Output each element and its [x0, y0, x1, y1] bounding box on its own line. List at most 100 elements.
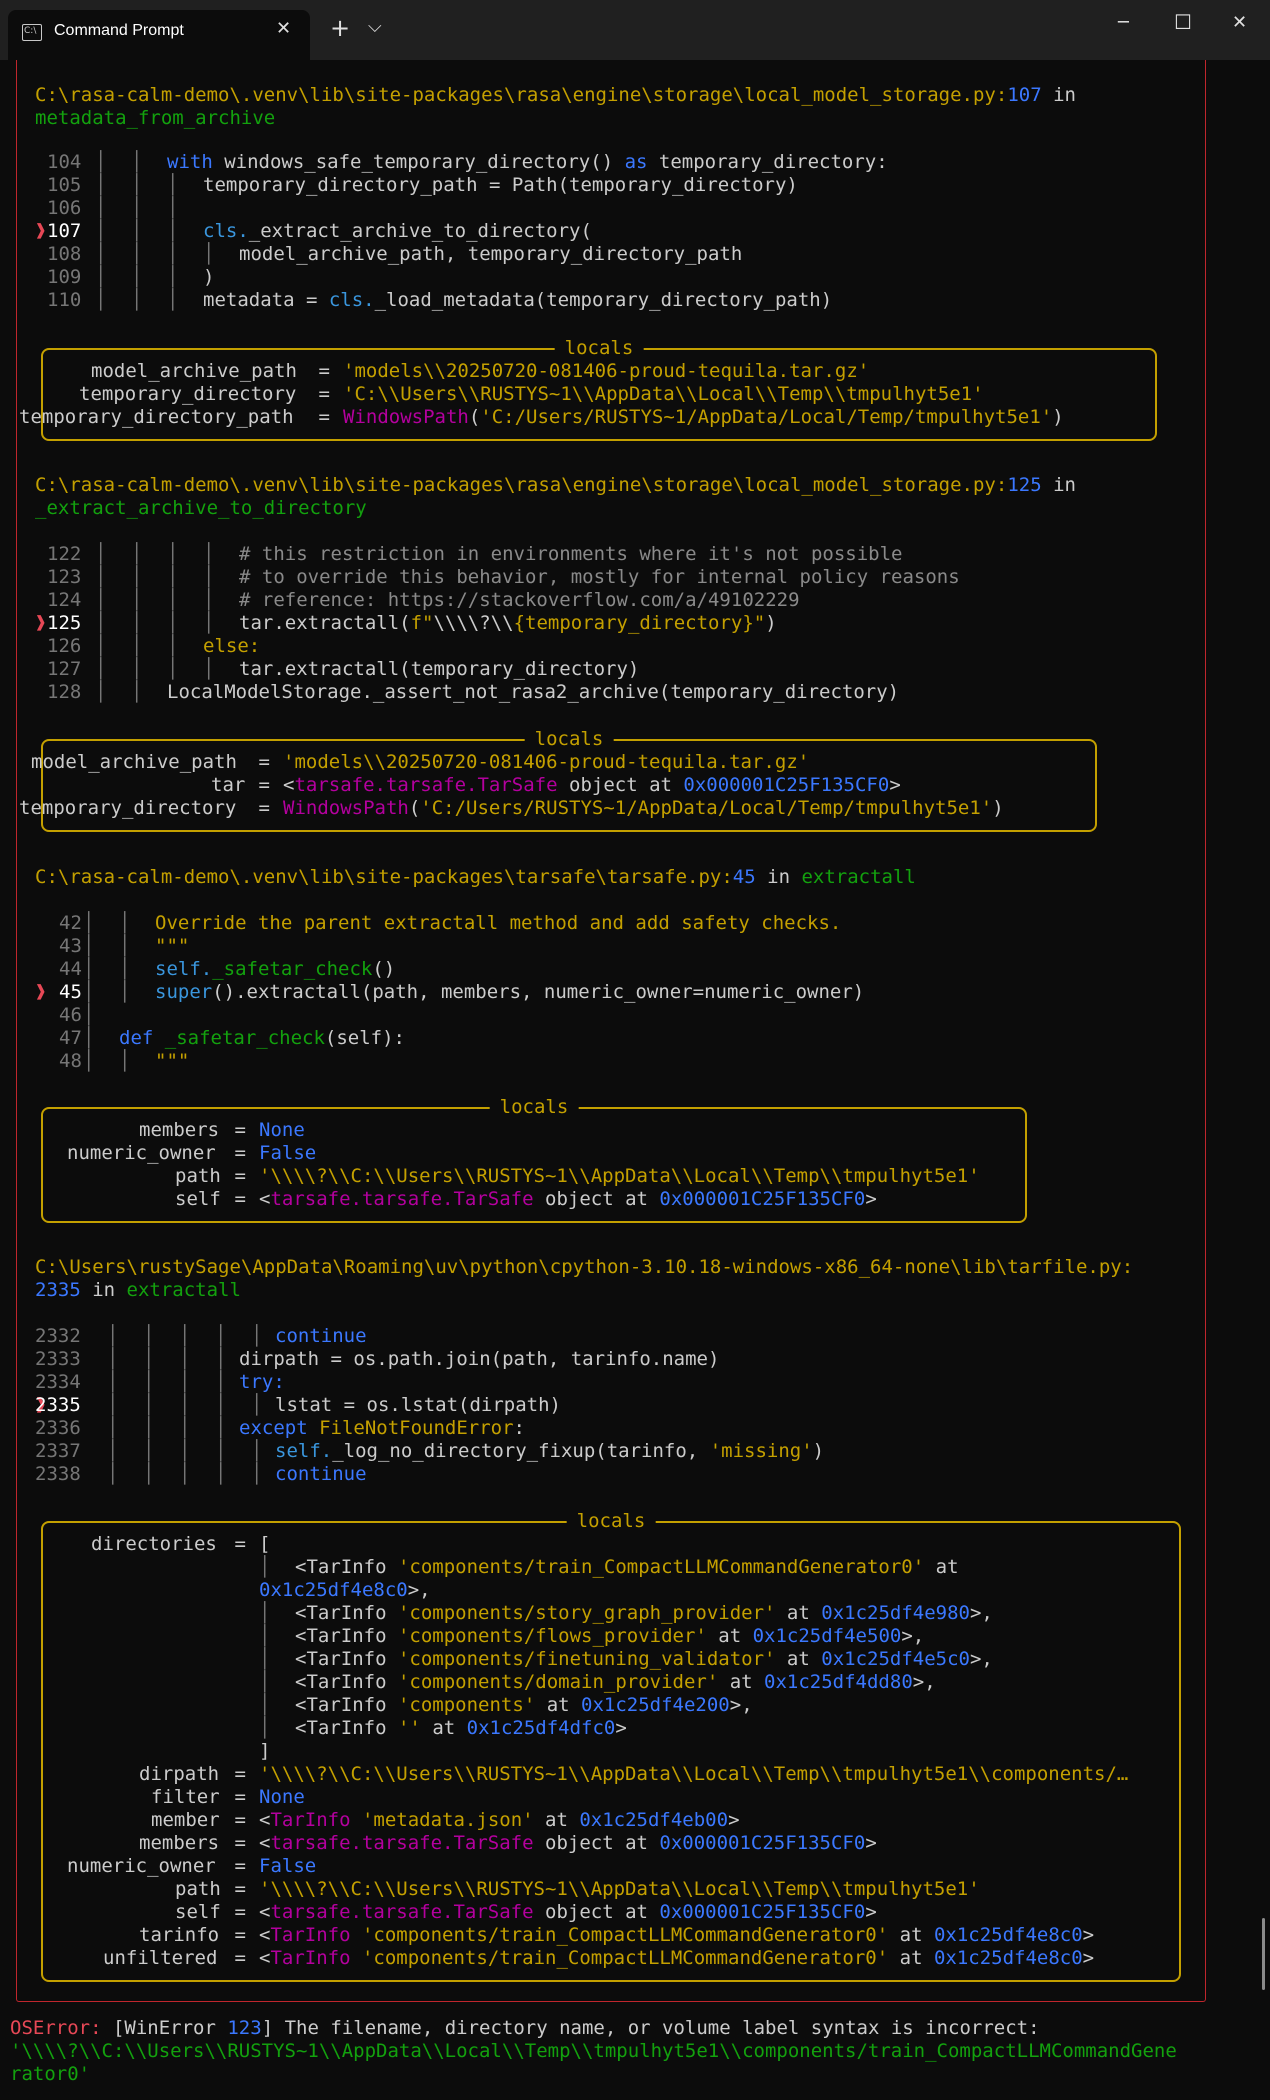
code-line-number: 106 [47, 197, 82, 219]
code-line-number: 128 [47, 681, 82, 703]
code-line-number: 2336 [35, 1417, 81, 1439]
function-name: _extract_archive_to_directory [35, 497, 367, 519]
locals-title: locals [554, 336, 644, 360]
title-bar: C:\ Command Prompt ✕ + ⌵ ─ ☐ ✕ [0, 0, 1270, 60]
code-line-number: 125 [47, 612, 82, 634]
local-name: tarinfo [139, 1924, 220, 1946]
local-name: members [139, 1119, 220, 1141]
function-name: extractall [126, 1279, 241, 1301]
local-value: False [259, 1855, 317, 1877]
current-line-arrow-icon: ❱ [35, 981, 47, 1003]
code-text: """ [155, 935, 190, 957]
code-text: with windows_safe_temporary_directory() … [167, 151, 888, 173]
code-text: metadata = cls._load_metadata(temporary_… [203, 289, 833, 311]
local-value: ] [259, 1740, 271, 1762]
local-name: path [175, 1878, 221, 1900]
local-value: <TarInfo 'components/story_graph_provide… [295, 1602, 993, 1624]
code-line-number: 2332 [35, 1325, 81, 1347]
tab-command-prompt[interactable]: C:\ Command Prompt ✕ [8, 10, 310, 60]
code-text: # this restriction in environments where… [239, 543, 903, 565]
line-number: 45 [732, 866, 756, 888]
local-value: WindowsPath('C:/Users/RUSTYS~1/AppData/L… [343, 406, 1064, 428]
code-text: """ [155, 1050, 190, 1072]
line-number: 107 [1007, 84, 1042, 106]
local-value: 'models\\20250720-081406-proud-tequila.t… [283, 751, 810, 773]
code-line-number: 46 [59, 1004, 82, 1026]
code-text: def _safetar_check(self): [119, 1027, 405, 1049]
local-name: temporary_directory [19, 797, 237, 819]
line-number: 2335 [35, 1279, 81, 1301]
local-value: None [259, 1119, 305, 1141]
code-line-number: 123 [47, 566, 82, 588]
local-name: tar [211, 774, 246, 796]
locals-title: locals [489, 1095, 579, 1119]
new-tab-button[interactable]: + [330, 14, 350, 42]
scrollbar[interactable] [1262, 1918, 1265, 1990]
code-line-number: 105 [47, 174, 82, 196]
code-line-number: 107 [47, 220, 82, 242]
source-path: C:\rasa-calm-demo\.venv\lib\site-package… [35, 866, 722, 888]
code-text: cls._extract_archive_to_directory( [203, 220, 592, 242]
close-window-button[interactable]: ✕ [1232, 12, 1247, 33]
function-name: extractall [801, 866, 916, 888]
local-name: numeric_owner [67, 1142, 216, 1164]
error-text: ] The filename, directory name, or volum… [261, 2017, 1040, 2039]
source-path: C:\rasa-calm-demo\.venv\lib\site-package… [35, 474, 996, 496]
local-value: <TarInfo 'components/train_CompactLLMCom… [259, 1947, 1095, 1969]
code-text: else: [203, 635, 261, 657]
local-value: <TarInfo 'components' at 0x1c25df4e200>, [295, 1694, 753, 1716]
local-value: <TarInfo 'components/train_CompactLLMCom… [295, 1556, 959, 1578]
local-name: self [175, 1188, 221, 1210]
local-value: <tarsafe.tarsafe.TarSafe object at 0x000… [259, 1832, 877, 1854]
code-line-number: 126 [47, 635, 82, 657]
current-line-arrow-icon: ❱ [35, 220, 47, 242]
local-value: <tarsafe.tarsafe.TarSafe object at 0x000… [259, 1901, 877, 1923]
code-line-number: 127 [47, 658, 82, 680]
local-name: member [151, 1809, 220, 1831]
tab-title: Command Prompt [54, 22, 184, 39]
code-line-number: 44 [59, 958, 82, 980]
code-text: self._log_no_directory_fixup(tarinfo, 'm… [275, 1440, 825, 1462]
code-text: except FileNotFoundError: [239, 1417, 525, 1439]
code-text: self._safetar_check() [155, 958, 396, 980]
code-text: # to override this behavior, mostly for … [239, 566, 960, 588]
tab-dropdown-button[interactable]: ⌵ [368, 16, 382, 37]
code-line-number: 110 [47, 289, 82, 311]
code-text: super().extractall(path, members, numeri… [155, 981, 865, 1003]
local-value: <tarsafe.tarsafe.TarSafe object at 0x000… [283, 774, 901, 796]
code-line-number: 2337 [35, 1440, 81, 1462]
local-value: <TarInfo 'components/train_CompactLLMCom… [259, 1924, 1095, 1946]
code-line-number: 47 [59, 1027, 82, 1049]
code-line-number: 43 [59, 935, 82, 957]
error-path: rator0' [10, 2063, 91, 2085]
current-line-arrow-icon: ❱ [35, 612, 47, 634]
error-path: '\\\\?\\C:\\Users\\RUSTYS~1\\AppData\\Lo… [10, 2040, 1177, 2062]
code-text: temporary_directory_path = Path(temporar… [203, 174, 798, 196]
local-name: filter [151, 1786, 220, 1808]
source-path: C:\rasa-calm-demo\.venv\lib\site-package… [35, 84, 996, 106]
local-value: False [259, 1142, 317, 1164]
command-prompt-icon: C:\ [22, 24, 42, 41]
local-name: temporary_directory_path [19, 406, 294, 428]
local-name: temporary_directory [79, 383, 297, 405]
code-line-number: 104 [47, 151, 82, 173]
code-line-number: 122 [47, 543, 82, 565]
local-value: <tarsafe.tarsafe.TarSafe object at 0x000… [259, 1188, 877, 1210]
code-text: continue [275, 1463, 367, 1485]
function-name: metadata_from_archive [35, 107, 276, 129]
local-value: '\\\\?\\C:\\Users\\RUSTYS~1\\AppData\\Lo… [259, 1878, 980, 1900]
code-line-number: 2334 [35, 1371, 81, 1393]
maximize-button[interactable]: ☐ [1174, 10, 1192, 34]
code-text: tar.extractall(temporary_directory) [239, 658, 640, 680]
code-text: continue [275, 1325, 367, 1347]
code-text: lstat = os.lstat(dirpath) [275, 1394, 561, 1416]
local-name: self [175, 1901, 221, 1923]
local-name: members [139, 1832, 220, 1854]
code-line-number: 2338 [35, 1463, 81, 1485]
local-value: 'models\\20250720-081406-proud-tequila.t… [343, 360, 870, 382]
minimize-button[interactable]: ─ [1118, 12, 1129, 33]
tab-close-icon[interactable]: ✕ [276, 18, 291, 39]
code-line-number: 45 [59, 981, 82, 1003]
code-text: ) [203, 266, 215, 288]
local-value: <TarInfo 'components/domain_provider' at… [295, 1671, 936, 1693]
